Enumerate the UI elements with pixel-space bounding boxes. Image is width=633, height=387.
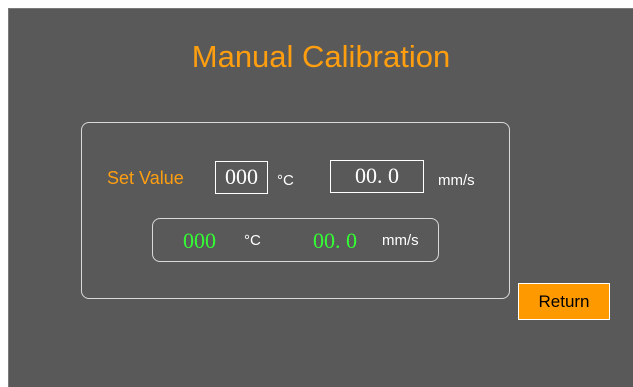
calibration-panel: Set Value 000 °C 00. 0 mm/s 000 °C 00. 0… [81,122,510,299]
set-speed-input[interactable]: 00. 0 [330,160,424,193]
set-temperature-unit: °C [277,172,294,189]
set-value-label: Set Value [107,168,184,188]
current-temperature-value: 000 [183,228,216,253]
calibration-screen: Manual Calibration Set Value 000 °C 00. … [8,8,633,387]
current-temperature-unit: °C [244,232,261,249]
current-speed-unit: mm/s [382,232,419,249]
set-speed-unit: mm/s [438,172,475,189]
set-temperature-input[interactable]: 000 [215,161,268,194]
return-button[interactable]: Return [518,283,610,320]
page-title: Manual Calibration [191,39,451,74]
current-speed-value: 00. 0 [313,228,357,253]
current-value-readout: 000 °C 00. 0 mm/s [152,218,439,262]
